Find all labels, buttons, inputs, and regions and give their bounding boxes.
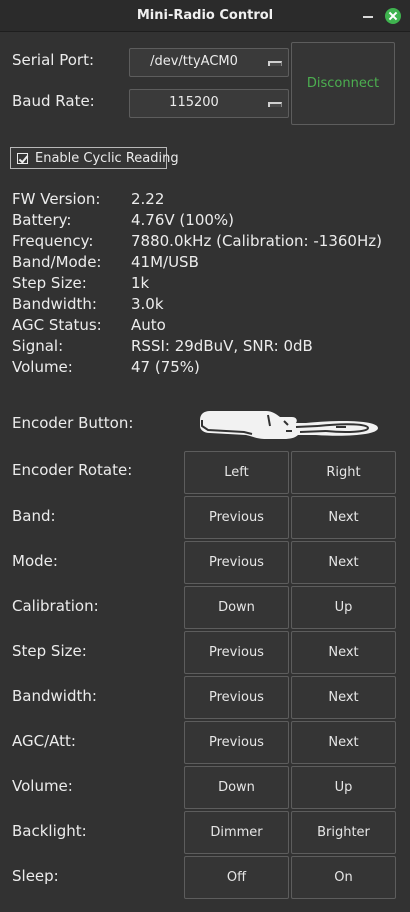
- bandwidth-info-label: Bandwidth:: [12, 295, 97, 313]
- fw-version-value: 2.22: [131, 190, 165, 208]
- volume-label: Volume:: [12, 777, 73, 795]
- window-title: Mini-Radio Control: [136, 8, 274, 23]
- title-bar: Mini-Radio Control: [0, 0, 410, 32]
- checkmark-icon: [17, 153, 28, 164]
- serial-port-label: Serial Port:: [12, 51, 95, 69]
- backlight-dimmer-button[interactable]: Dimmer: [184, 811, 289, 854]
- volume-info-value: 47 (75%): [131, 358, 200, 376]
- volume-info-label: Volume:: [12, 358, 73, 376]
- band-previous-button[interactable]: Previous: [184, 496, 289, 539]
- step-size-info-value: 1k: [131, 274, 150, 292]
- hand-pointing-icon[interactable]: [196, 406, 386, 444]
- minimize-icon[interactable]: [361, 8, 375, 22]
- volume-up-button[interactable]: Up: [291, 766, 396, 809]
- battery-label: Battery:: [12, 211, 72, 229]
- signal-value: RSSI: 29dBuV, SNR: 0dB: [131, 337, 313, 355]
- mode-next-button[interactable]: Next: [291, 541, 396, 584]
- frequency-value: 7880.0kHz (Calibration: -1360Hz): [131, 232, 382, 250]
- calibration-up-button[interactable]: Up: [291, 586, 396, 629]
- serial-port-select[interactable]: /dev/ttyACM0: [129, 48, 289, 77]
- mode-label: Mode:: [12, 552, 58, 570]
- calibration-label: Calibration:: [12, 597, 99, 615]
- encoder-button-label: Encoder Button:: [12, 414, 134, 432]
- sleep-label: Sleep:: [12, 867, 59, 885]
- encoder-rotate-label: Encoder Rotate:: [12, 461, 133, 479]
- sleep-off-button[interactable]: Off: [184, 856, 289, 899]
- backlight-label: Backlight:: [12, 822, 87, 840]
- step-size-previous-button[interactable]: Previous: [184, 631, 289, 674]
- fw-version-label: FW Version:: [12, 190, 101, 208]
- step-size-label: Step Size:: [12, 642, 87, 660]
- baud-rate-select[interactable]: 115200: [129, 89, 289, 118]
- baud-rate-label: Baud Rate:: [12, 92, 95, 110]
- dropdown-arrow-icon: [268, 102, 282, 107]
- serial-port-value: /dev/ttyACM0: [150, 54, 238, 69]
- mode-previous-button[interactable]: Previous: [184, 541, 289, 584]
- battery-value: 4.76V (100%): [131, 211, 235, 229]
- agc-att-previous-button[interactable]: Previous: [184, 721, 289, 764]
- encoder-rotate-left-button[interactable]: Left: [184, 451, 289, 494]
- bandwidth-info-value: 3.0k: [131, 295, 164, 313]
- cyclic-reading-label: Enable Cyclic Reading: [35, 151, 179, 166]
- disconnect-button[interactable]: Disconnect: [291, 42, 395, 125]
- bandwidth-previous-button[interactable]: Previous: [184, 676, 289, 719]
- cyclic-reading-checkbox[interactable]: Enable Cyclic Reading: [10, 147, 179, 169]
- band-mode-value: 41M/USB: [131, 253, 199, 271]
- dropdown-arrow-icon: [268, 61, 282, 66]
- agc-att-next-button[interactable]: Next: [291, 721, 396, 764]
- band-label: Band:: [12, 507, 56, 525]
- volume-down-button[interactable]: Down: [184, 766, 289, 809]
- close-icon[interactable]: [385, 8, 401, 24]
- calibration-down-button[interactable]: Down: [184, 586, 289, 629]
- bandwidth-label: Bandwidth:: [12, 687, 97, 705]
- signal-label: Signal:: [12, 337, 64, 355]
- band-next-button[interactable]: Next: [291, 496, 396, 539]
- agc-status-label: AGC Status:: [12, 316, 102, 334]
- step-size-info-label: Step Size:: [12, 274, 87, 292]
- baud-rate-value: 115200: [169, 95, 219, 110]
- encoder-rotate-right-button[interactable]: Right: [291, 451, 396, 494]
- agc-att-label: AGC/Att:: [12, 732, 76, 750]
- backlight-brighter-button[interactable]: Brighter: [291, 811, 396, 854]
- band-mode-label: Band/Mode:: [12, 253, 102, 271]
- step-size-next-button[interactable]: Next: [291, 631, 396, 674]
- agc-status-value: Auto: [131, 316, 166, 334]
- bandwidth-next-button[interactable]: Next: [291, 676, 396, 719]
- sleep-on-button[interactable]: On: [291, 856, 396, 899]
- frequency-label: Frequency:: [12, 232, 94, 250]
